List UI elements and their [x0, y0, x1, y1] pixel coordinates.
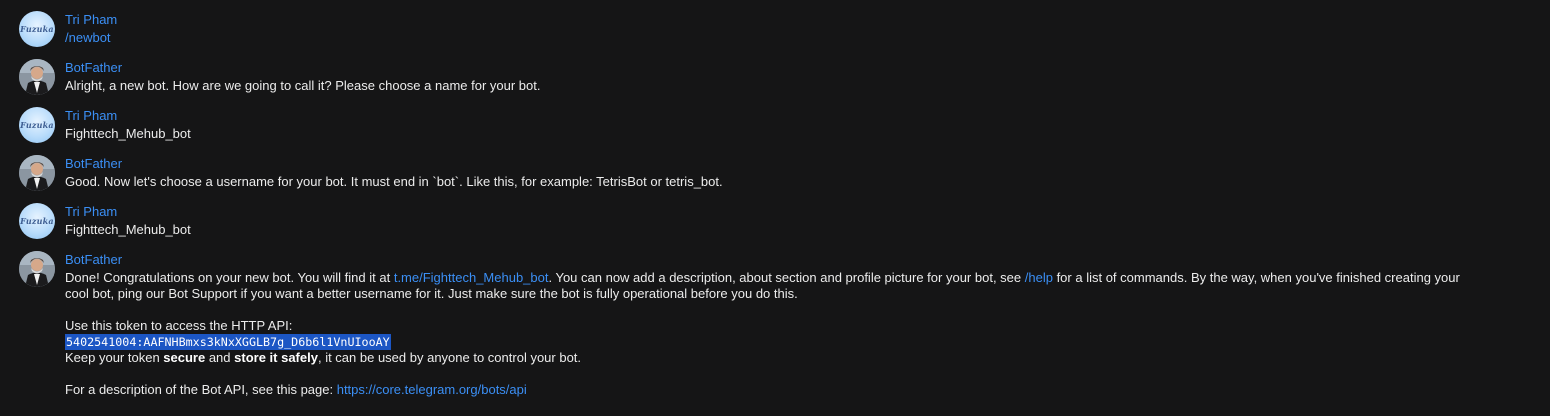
- token-warning: Keep your token secure and store it safe…: [65, 350, 1540, 366]
- api-docs-link[interactable]: https://core.telegram.org/bots/api: [337, 382, 527, 397]
- bot-link[interactable]: t.me/Fighttech_Mehub_bot: [394, 270, 549, 285]
- message-text: Alright, a new bot. How are we going to …: [65, 78, 541, 93]
- description-text: For a description of the Bot API, see th…: [65, 382, 337, 397]
- bot-avatar[interactable]: [19, 251, 55, 287]
- chat-history: Fuzuka Tri Pham /newbot BotFather Alrigh…: [0, 0, 1550, 416]
- botfather-portrait-icon: [19, 155, 55, 191]
- bot-avatar[interactable]: [19, 155, 55, 191]
- message-text: Fighttech_Mehub_bot: [65, 126, 191, 141]
- sender-name[interactable]: Tri Pham: [65, 108, 117, 123]
- sender-name[interactable]: BotFather: [65, 60, 122, 75]
- avatar-text: Fuzuka: [20, 216, 54, 226]
- message-text: Fighttech_Mehub_bot: [65, 222, 191, 237]
- warning-bold-store: store it safely: [234, 350, 318, 365]
- message-text: Good. Now let's choose a username for yo…: [65, 174, 723, 189]
- done-paragraph-line2: cool bot, ping our Bot Support if you wa…: [65, 286, 798, 301]
- avatar-text: Fuzuka: [20, 24, 54, 34]
- help-command-link[interactable]: /help: [1025, 270, 1053, 285]
- sender-name[interactable]: Tri Pham: [65, 12, 117, 27]
- warning-bold-secure: secure: [163, 350, 206, 365]
- avatar-text: Fuzuka: [20, 120, 54, 130]
- botfather-portrait-icon: [19, 251, 55, 287]
- user-avatar[interactable]: Fuzuka: [19, 107, 55, 143]
- token-line: 5402541004:AAFNHBmxs3kNxXGGLB7g_D6b6l1Vn…: [65, 334, 1540, 350]
- warning-text: , it can be used by anyone to control yo…: [317, 350, 582, 365]
- api-token[interactable]: 5402541004:AAFNHBmxs3kNxXGGLB7g_D6b6l1Vn…: [65, 334, 391, 350]
- sender-name[interactable]: BotFather: [65, 156, 122, 171]
- token-label: Use this token to access the HTTP API:: [65, 318, 293, 333]
- done-paragraph-line1: Done! Congratulations on your new bot. Y…: [65, 270, 1540, 286]
- command-link[interactable]: /newbot: [65, 30, 1540, 46]
- user-avatar[interactable]: Fuzuka: [19, 203, 55, 239]
- botfather-portrait-icon: [19, 59, 55, 95]
- warning-text: Keep your token: [65, 350, 164, 365]
- done-text: . You can now add a description, about s…: [548, 270, 1025, 285]
- bot-avatar[interactable]: [19, 59, 55, 95]
- user-avatar[interactable]: Fuzuka: [19, 11, 55, 47]
- done-text: for a list of commands. By the way, when…: [1052, 270, 1460, 285]
- warning-text: and: [205, 350, 235, 365]
- api-description-line: For a description of the Bot API, see th…: [65, 382, 1540, 398]
- sender-name[interactable]: BotFather: [65, 252, 122, 267]
- done-text: Done! Congratulations on your new bot. Y…: [65, 270, 394, 285]
- sender-name[interactable]: Tri Pham: [65, 204, 117, 219]
